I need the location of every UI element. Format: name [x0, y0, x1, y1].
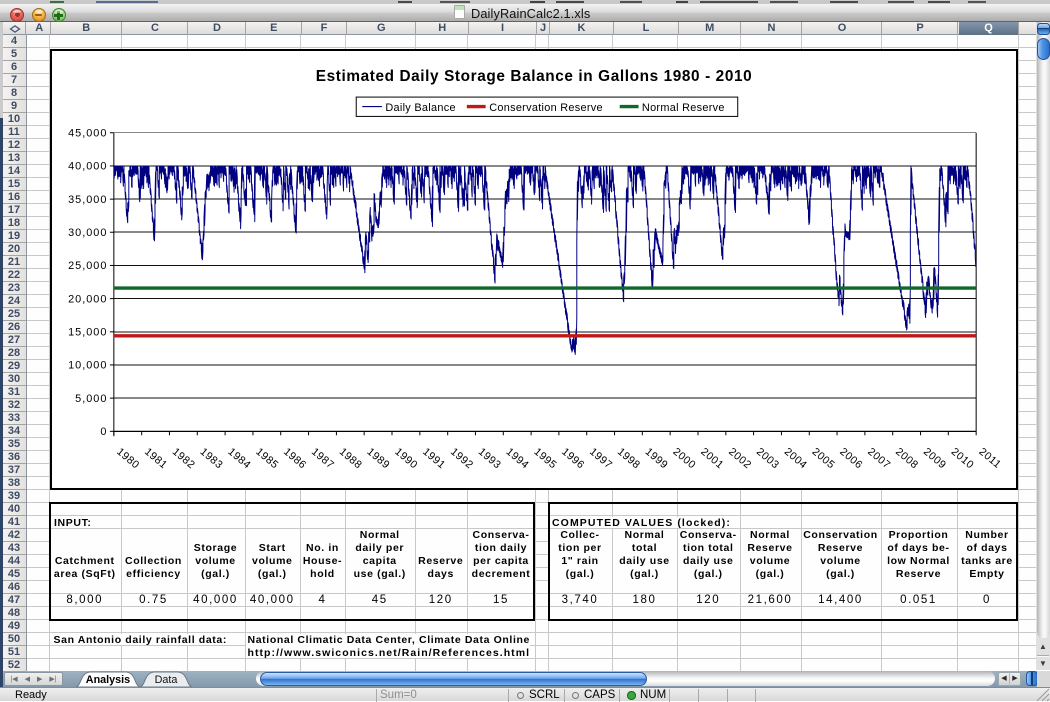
svg-text:1993: 1993 [476, 445, 503, 471]
svg-text:Conservation Reserve: Conservation Reserve [489, 101, 603, 113]
svg-text:10,000: 10,000 [68, 359, 107, 371]
svg-text:2002: 2002 [726, 445, 753, 471]
svg-text:0: 0 [100, 426, 107, 438]
svg-text:Data: Data [154, 674, 177, 686]
svg-text:1997: 1997 [587, 445, 614, 471]
svg-text:1985: 1985 [253, 445, 280, 471]
svg-text:15,000: 15,000 [68, 326, 107, 338]
svg-text:2003: 2003 [754, 445, 781, 471]
svg-text:1989: 1989 [365, 445, 392, 471]
svg-text:1999: 1999 [643, 445, 670, 471]
svg-text:2006: 2006 [837, 445, 864, 471]
svg-text:1998: 1998 [615, 445, 642, 471]
svg-text:1987: 1987 [309, 445, 336, 471]
svg-text:2000: 2000 [671, 445, 698, 471]
svg-text:1995: 1995 [531, 445, 558, 471]
svg-text:1994: 1994 [504, 445, 531, 471]
svg-text:1984: 1984 [225, 445, 252, 471]
svg-text:2011: 2011 [977, 445, 1004, 470]
svg-text:1992: 1992 [448, 445, 475, 471]
svg-text:2007: 2007 [865, 445, 892, 471]
svg-text:5,000: 5,000 [75, 392, 107, 404]
svg-text:1996: 1996 [559, 445, 586, 471]
svg-text:Normal Reserve: Normal Reserve [642, 101, 725, 113]
svg-text:Daily Balance: Daily Balance [385, 101, 455, 113]
svg-text:40,000: 40,000 [68, 160, 107, 172]
svg-text:1983: 1983 [198, 445, 225, 471]
svg-text:1986: 1986 [281, 445, 308, 471]
svg-text:2010: 2010 [949, 445, 976, 471]
svg-text:Analysis: Analysis [85, 674, 129, 686]
svg-text:30,000: 30,000 [68, 227, 107, 239]
svg-text:20,000: 20,000 [68, 293, 107, 305]
svg-text:45,000: 45,000 [68, 127, 107, 139]
svg-text:2004: 2004 [782, 445, 809, 471]
svg-text:1982: 1982 [170, 445, 197, 471]
svg-text:1990: 1990 [392, 445, 419, 471]
svg-text:2001: 2001 [698, 445, 725, 471]
svg-text:1980: 1980 [114, 445, 141, 471]
svg-text:2005: 2005 [810, 445, 837, 471]
svg-text:1981: 1981 [142, 445, 169, 471]
svg-text:1988: 1988 [337, 445, 364, 471]
svg-text:Estimated Daily Storage Balanc: Estimated Daily Storage Balance in Gallo… [316, 68, 753, 85]
svg-text:25,000: 25,000 [68, 260, 107, 272]
svg-text:1991: 1991 [420, 445, 447, 471]
svg-text:2008: 2008 [893, 445, 920, 471]
svg-text:35,000: 35,000 [68, 193, 107, 205]
svg-text:2009: 2009 [921, 445, 948, 471]
